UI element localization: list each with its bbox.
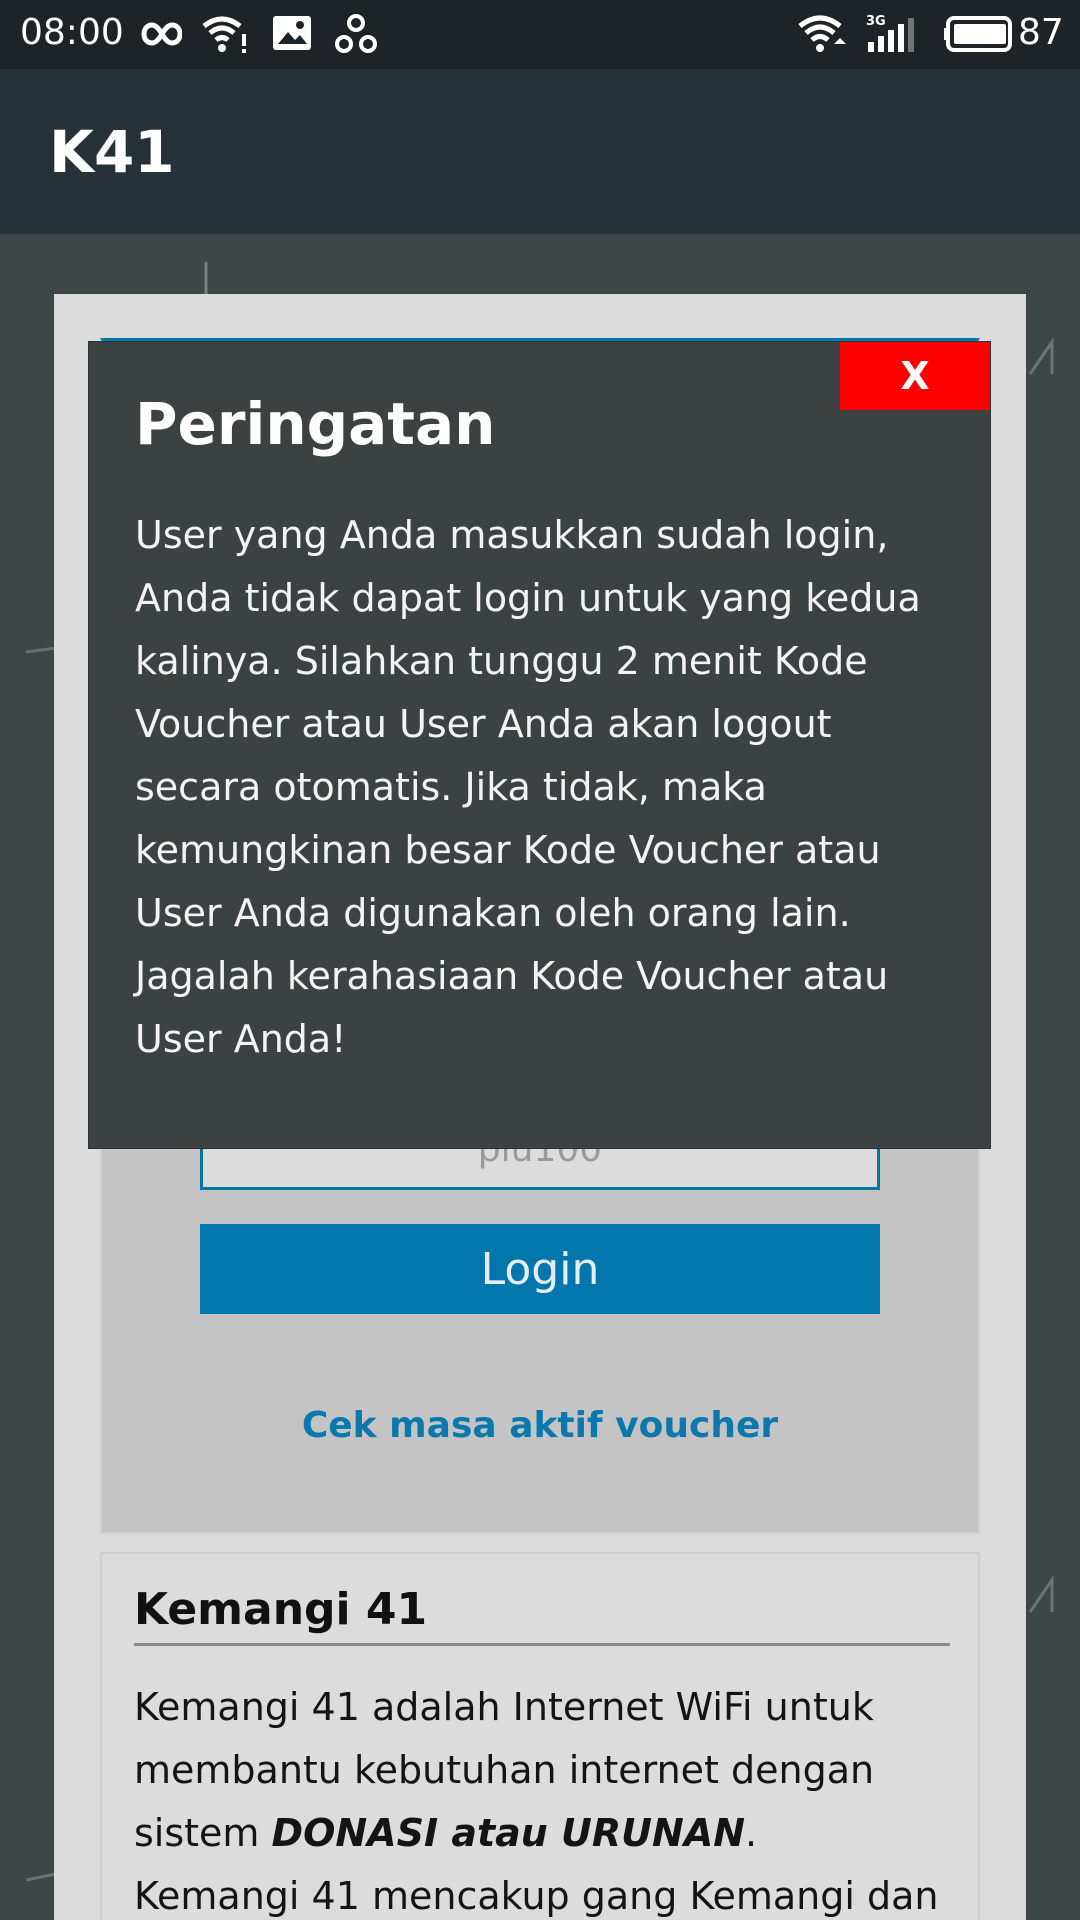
app-bar: K41	[0, 69, 1080, 234]
info-section: Kemangi 41 Kemangi 41 adalah Internet Wi…	[100, 1552, 980, 1920]
status-time: 08:00	[20, 12, 124, 53]
link-icon	[335, 14, 377, 53]
status-bar: 08:00 3G 87	[0, 0, 1080, 69]
image-icon	[273, 16, 311, 50]
info-text: Kemangi 41 adalah Internet WiFi untuk me…	[134, 1676, 964, 1920]
app-title: K41	[49, 117, 175, 186]
modal-message: User yang Anda masukkan sudah login, And…	[135, 513, 921, 1061]
battery-level: 87	[1018, 12, 1064, 53]
info-title: Kemangi 41	[134, 1584, 950, 1646]
modal-title: Peringatan	[135, 390, 496, 458]
infinity-icon	[141, 22, 182, 46]
signal-icon	[868, 18, 914, 52]
login-button[interactable]: Login	[200, 1224, 880, 1314]
info-text-line2: Kemangi 41 mencakup gang Kemangi dan	[134, 1874, 939, 1918]
close-button[interactable]: X	[840, 342, 990, 410]
info-text-emphasis: DONASI atau URUNAN	[271, 1811, 746, 1855]
info-text-part2: .	[745, 1811, 758, 1855]
wifi-alert-icon	[202, 16, 246, 53]
wifi-icon	[798, 15, 846, 52]
check-voucher-link[interactable]: Cek masa aktif voucher	[100, 1405, 980, 1446]
battery-icon	[944, 16, 1012, 52]
